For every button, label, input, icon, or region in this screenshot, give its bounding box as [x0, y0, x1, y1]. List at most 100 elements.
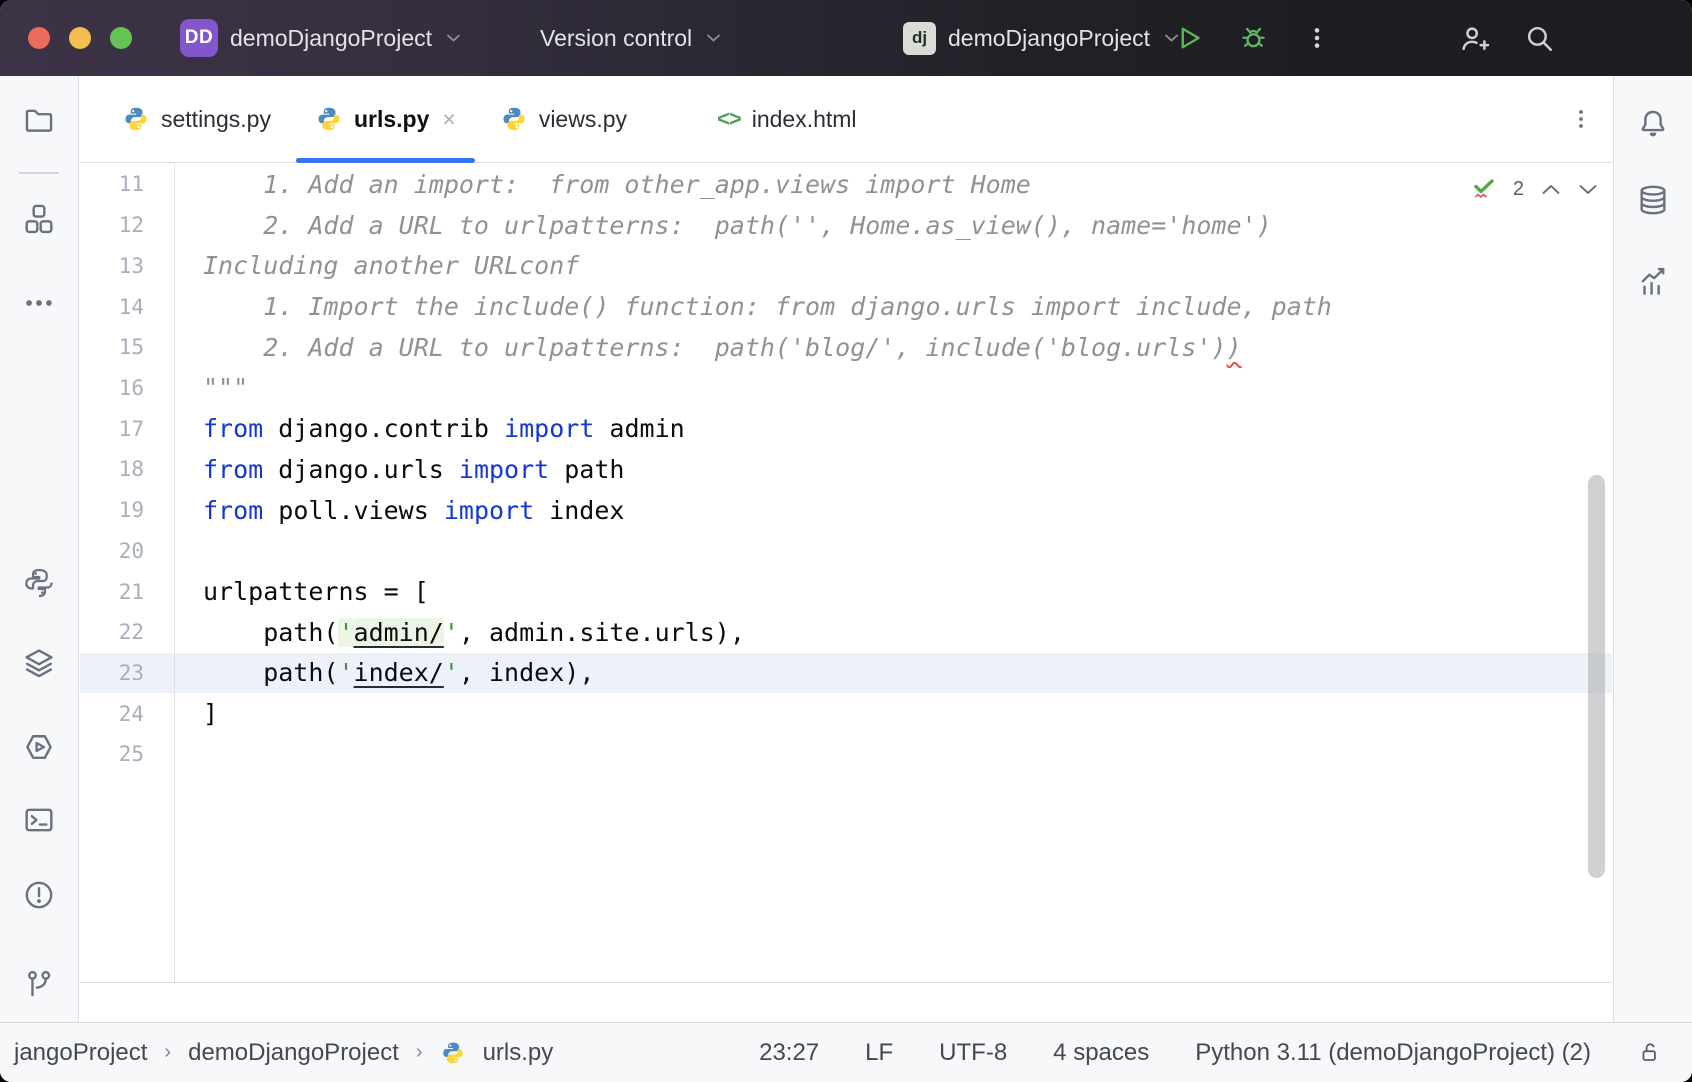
python-packages-tool-icon[interactable]: [20, 564, 58, 602]
code-text: 1. Add an import: from other_app.views i…: [174, 170, 1031, 199]
editor-pane[interactable]: 11 1. Add an import: from other_app.view…: [80, 164, 1612, 982]
code-line[interactable]: 12 2. Add a URL to urlpatterns: path('',…: [80, 205, 1612, 246]
line-number[interactable]: 19: [80, 498, 174, 522]
line-number[interactable]: 17: [80, 417, 174, 441]
run-configuration-selector[interactable]: dj demoDjangoProject: [903, 0, 1179, 76]
search-everywhere-icon[interactable]: [1522, 21, 1556, 55]
project-tool-icon[interactable]: [20, 101, 58, 139]
code-text: from poll.views import index: [174, 496, 624, 525]
caret-position-widget[interactable]: 23:27: [759, 1039, 819, 1067]
code-text: urlpatterns = [: [174, 577, 429, 606]
line-number[interactable]: 12: [80, 213, 174, 237]
tab-options-kebab-icon[interactable]: [1566, 104, 1596, 134]
line-number[interactable]: 20: [80, 539, 174, 563]
tab-label: views.py: [539, 106, 627, 133]
line-number[interactable]: 11: [80, 172, 174, 196]
minimize-window-button[interactable]: [69, 27, 91, 49]
more-tool-windows-icon[interactable]: [20, 284, 58, 322]
code-text: from django.urls import path: [174, 455, 624, 484]
terminal-tool-icon[interactable]: [20, 801, 58, 839]
python-interpreter-widget[interactable]: Python 3.11 (demoDjangoProject) (2): [1195, 1039, 1591, 1067]
code-with-me-add-user-icon[interactable]: [1456, 21, 1490, 55]
line-number[interactable]: 13: [80, 254, 174, 278]
code-line[interactable]: 20: [80, 530, 1612, 571]
left-tool-window-bar: [0, 76, 79, 1022]
code-line[interactable]: 24]: [80, 693, 1612, 734]
toolbar-divider: [19, 172, 59, 174]
code-line[interactable]: 19from poll.views import index: [80, 490, 1612, 531]
inspections-widget[interactable]: 2: [1472, 174, 1598, 204]
services-tool-icon[interactable]: [20, 728, 58, 766]
python-file-icon: [315, 105, 343, 133]
code-line[interactable]: 13Including another URLconf: [80, 245, 1612, 286]
run-button[interactable]: [1172, 21, 1206, 55]
tab-label: index.html: [752, 106, 857, 133]
python-file-icon: [440, 1040, 466, 1066]
close-tab-icon[interactable]: ×: [442, 108, 455, 131]
code-line[interactable]: 11 1. Add an import: from other_app.view…: [80, 164, 1612, 205]
zoom-window-button[interactable]: [110, 27, 132, 49]
code-line[interactable]: 17from django.contrib import admin: [80, 408, 1612, 449]
version-control-tool-icon[interactable]: [20, 966, 58, 1004]
statusbar-widgets: 23:27 LF UTF-8 4 spaces Python 3.11 (dem…: [759, 1039, 1662, 1067]
more-actions-kebab-icon[interactable]: [1300, 21, 1334, 55]
breadcrumb-item[interactable]: urls.py: [483, 1039, 554, 1067]
structure-tool-icon[interactable]: [20, 200, 58, 238]
code-line[interactable]: 22 path('admin/', admin.site.urls),: [80, 612, 1612, 653]
next-problem-chevron-down-icon[interactable]: [1578, 183, 1598, 196]
code-text: path('admin/', admin.site.urls),: [174, 618, 745, 647]
line-number[interactable]: 23: [80, 661, 174, 685]
tab-settings-py[interactable]: settings.py: [100, 76, 293, 162]
breadcrumb-item[interactable]: jangoProject: [14, 1039, 147, 1067]
breadcrumb: jangoProject › demoDjangoProject › urls.…: [14, 1039, 553, 1067]
code-line[interactable]: 15 2. Add a URL to urlpatterns: path('bl…: [80, 327, 1612, 368]
project-menu[interactable]: DD demoDjangoProject: [180, 0, 461, 76]
chevron-right-icon: ›: [164, 1041, 171, 1064]
code-line[interactable]: 16""": [80, 368, 1612, 409]
code-text: 2. Add a URL to urlpatterns: path('', Ho…: [174, 211, 1272, 240]
indent-widget[interactable]: 4 spaces: [1053, 1039, 1149, 1067]
database-tool-icon[interactable]: [1634, 181, 1672, 219]
titlebar: DD demoDjangoProject Version control dj …: [0, 0, 1692, 76]
line-number[interactable]: 22: [80, 620, 174, 644]
editor-scrollbar[interactable]: [1588, 475, 1605, 878]
code-line[interactable]: 14 1. Import the include() function: fro…: [80, 286, 1612, 327]
line-number[interactable]: 18: [80, 457, 174, 481]
line-number[interactable]: 15: [80, 335, 174, 359]
unlocked-padlock-icon[interactable]: [1637, 1040, 1662, 1065]
tab-views-py[interactable]: views.py: [478, 76, 649, 162]
breadcrumb-item[interactable]: demoDjangoProject: [188, 1039, 399, 1067]
html-file-icon: <>: [717, 106, 741, 132]
python-file-icon: [500, 105, 528, 133]
window-controls: [28, 27, 132, 49]
code-line[interactable]: 18from django.urls import path: [80, 449, 1612, 490]
tab-index-html[interactable]: <> index.html: [695, 76, 879, 162]
tab-label: urls.py: [354, 106, 429, 133]
line-number[interactable]: 14: [80, 295, 174, 319]
run-configuration-label: demoDjangoProject: [948, 25, 1150, 52]
chevron-down-icon: [446, 33, 461, 43]
vcs-menu[interactable]: Version control: [540, 0, 721, 76]
tab-urls-py[interactable]: urls.py ×: [293, 76, 478, 162]
line-separator-widget[interactable]: LF: [865, 1039, 893, 1067]
line-number[interactable]: 24: [80, 702, 174, 726]
notifications-bell-icon[interactable]: [1634, 104, 1672, 142]
right-tool-window-bar: [1613, 76, 1692, 1022]
code-line[interactable]: 23 path('index/', index),: [80, 653, 1612, 694]
problems-tool-icon[interactable]: [20, 876, 58, 914]
code-text: Including another URLconf: [174, 251, 579, 280]
line-number[interactable]: 25: [80, 742, 174, 766]
ai-assistant-chart-icon[interactable]: [1634, 262, 1672, 300]
line-number[interactable]: 21: [80, 580, 174, 604]
chevron-right-icon: ›: [416, 1041, 423, 1064]
code-line[interactable]: 21urlpatterns = [: [80, 571, 1612, 612]
line-number[interactable]: 16: [80, 376, 174, 400]
close-window-button[interactable]: [28, 27, 50, 49]
layers-tool-icon[interactable]: [20, 644, 58, 682]
chevron-down-icon: [706, 33, 721, 43]
debug-button[interactable]: [1236, 21, 1270, 55]
code-text: from django.contrib import admin: [174, 414, 685, 443]
previous-problem-chevron-up-icon[interactable]: [1541, 183, 1561, 196]
encoding-widget[interactable]: UTF-8: [939, 1039, 1007, 1067]
code-line[interactable]: 25: [80, 734, 1612, 775]
